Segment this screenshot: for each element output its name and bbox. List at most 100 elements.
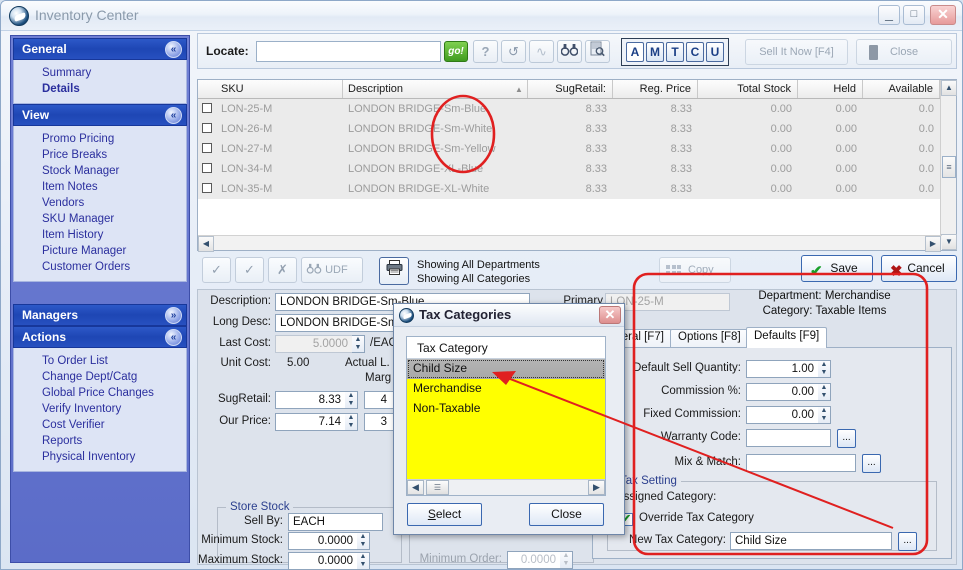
row-checkbox[interactable]	[202, 103, 212, 113]
dialog-close-action-button[interactable]: Close	[529, 503, 604, 526]
dialog-scroll-left-button[interactable]: ◀	[407, 480, 424, 495]
save-button[interactable]: ✔ Save	[801, 255, 873, 282]
sell-it-now-button[interactable]: Sell It Now [F4]	[745, 39, 848, 65]
help-icon[interactable]: ?	[473, 40, 498, 63]
sidebar-item-sku-manager[interactable]: SKU Manager	[14, 211, 186, 227]
commission-pct-spinner[interactable]: ▲ ▼	[818, 383, 831, 401]
sidebar-item-item-notes[interactable]: Item Notes	[14, 179, 186, 195]
minimum-order-spinner[interactable]: ▲ ▼	[560, 551, 573, 569]
sidebar-item-global-price-changes[interactable]: Global Price Changes	[14, 385, 186, 401]
sidebar-item-picture-manager[interactable]: Picture Manager	[14, 243, 186, 259]
squiggle-icon[interactable]: ∿	[529, 40, 554, 63]
cancel-button[interactable]: ✖ Cancel	[881, 255, 957, 282]
refresh-icon[interactable]: ↺	[501, 40, 526, 63]
report-preview-icon[interactable]	[585, 40, 610, 63]
sidebar-item-item-history[interactable]: Item History	[14, 227, 186, 243]
maximize-button[interactable]: □	[903, 5, 925, 25]
grid-column-header-description[interactable]: Description	[343, 80, 528, 98]
filter-button-u[interactable]: U	[706, 42, 724, 62]
sell-by-input[interactable]	[288, 513, 383, 531]
udf-button[interactable]: UDF	[301, 257, 363, 283]
warranty-code-browse-button[interactable]: ...	[837, 429, 856, 448]
sidebar-item-summary[interactable]: Summary	[14, 65, 186, 81]
sidebar-item-customer-orders[interactable]: Customer Orders	[14, 259, 186, 275]
filter-button-a[interactable]: A	[626, 42, 644, 62]
table-row[interactable]: LON-27-M LONDON BRIDGE-Sm-Yellow 8.33 8.33 0…	[198, 139, 956, 159]
dialog-horizontal-scrollbar[interactable]: ◀ ☰ ▶	[407, 479, 605, 495]
last-cost-spinner[interactable]: ▲ ▼	[352, 335, 365, 353]
our-price-spinner[interactable]: ▲ ▼	[345, 413, 358, 431]
go-button[interactable]: go!	[444, 41, 468, 62]
sidebar-item-details[interactable]: Details	[14, 81, 186, 97]
check-all-button[interactable]: ✓	[235, 257, 264, 283]
sidebar-group-header-general[interactable]: General «	[13, 38, 187, 60]
tab-defaults[interactable]: Defaults [F9]	[746, 327, 828, 348]
sidebar-item-stock-manager[interactable]: Stock Manager	[14, 163, 186, 179]
grid-column-header-sugretail[interactable]: SugRetail:	[528, 80, 613, 98]
sidebar-item-change-dept-catg[interactable]: Change Dept/Catg	[14, 369, 186, 385]
table-row[interactable]: LON-35-M LONDON BRIDGE-XL-White 8.33 8.33 0.…	[198, 179, 956, 199]
dialog-close-button[interactable]: ✕	[599, 306, 621, 324]
new-tax-category-input[interactable]	[730, 532, 892, 550]
filter-button-m[interactable]: M	[646, 42, 664, 62]
chevron-up-icon[interactable]: «	[165, 107, 182, 124]
grid-column-header-available[interactable]: Available	[863, 80, 940, 98]
close-screen-button[interactable]: Close	[856, 39, 952, 65]
sidebar-group-header-actions[interactable]: Actions «	[13, 326, 187, 348]
grid-scroll-right-button[interactable]: ▶	[925, 236, 941, 252]
minimize-button[interactable]: _	[878, 5, 900, 25]
chevron-up-icon[interactable]: «	[165, 41, 182, 58]
sidebar-item-cost-verifier[interactable]: Cost Verifier	[14, 417, 186, 433]
grid-column-header-held[interactable]: Held	[798, 80, 863, 98]
tax-category-list[interactable]: Tax Category Child Size Merchandise Non-Ta…	[406, 336, 606, 496]
chevron-up-icon[interactable]: «	[165, 329, 182, 346]
grid-scroll-left-button[interactable]: ◀	[198, 236, 214, 252]
print-button[interactable]	[379, 257, 409, 285]
grid-scroll-thumb[interactable]: ≡	[942, 156, 956, 178]
fixed-commission-spinner[interactable]: ▲ ▼	[818, 406, 831, 424]
binoculars-search-icon[interactable]	[557, 40, 582, 63]
tax-category-option-child-size[interactable]: Child Size	[407, 359, 605, 379]
mix-match-browse-button[interactable]: ...	[862, 454, 881, 473]
table-row[interactable]: LON-26-M LONDON BRIDGE-Sm-White 8.33 8.33 0.…	[198, 119, 956, 139]
locate-input[interactable]	[256, 41, 441, 62]
sidebar-item-verify-inventory[interactable]: Verify Inventory	[14, 401, 186, 417]
table-row[interactable]: LON-25-M LONDON BRIDGE-Sm-Blue 8.33 8.33 0.0…	[198, 99, 956, 119]
filter-button-t[interactable]: T	[666, 42, 684, 62]
check-item-button[interactable]: ✓	[202, 257, 231, 283]
sidebar-group-header-managers[interactable]: Managers »	[13, 304, 187, 326]
row-checkbox[interactable]	[202, 163, 212, 173]
tab-options[interactable]: Options [F8]	[670, 329, 749, 347]
sidebar-item-reports[interactable]: Reports	[14, 433, 186, 449]
filter-button-c[interactable]: C	[686, 42, 704, 62]
row-checkbox[interactable]	[202, 143, 212, 153]
warranty-code-input[interactable]	[746, 429, 831, 447]
table-row[interactable]: LON-34-M LONDON BRIDGE-XL-Blue 8.33 8.33 0.0…	[198, 159, 956, 179]
grid-scroll-up-button[interactable]: ▲	[941, 80, 957, 96]
minimum-stock-spinner[interactable]: ▲ ▼	[357, 532, 370, 550]
grid-column-header-sku[interactable]: SKU	[216, 80, 343, 98]
grid-horizontal-scrollbar[interactable]: ◀ ▶	[198, 235, 942, 252]
sidebar-item-promo-pricing[interactable]: Promo Pricing	[14, 131, 186, 147]
sidebar-item-price-breaks[interactable]: Price Breaks	[14, 147, 186, 163]
dialog-scroll-thumb[interactable]: ☰	[426, 480, 449, 495]
grid-vertical-scrollbar[interactable]: ▲ ≡ ▼	[940, 80, 957, 250]
grid-column-header-regprice[interactable]: Reg. Price	[613, 80, 698, 98]
dialog-select-button[interactable]: Select	[407, 503, 482, 526]
tax-category-option-non-taxable[interactable]: Non-Taxable	[407, 399, 605, 419]
new-tax-category-browse-button[interactable]: ...	[898, 532, 917, 551]
mix-match-input[interactable]	[746, 454, 856, 472]
sugretail-spinner[interactable]: ▲ ▼	[345, 391, 358, 409]
row-checkbox[interactable]	[202, 123, 212, 133]
dialog-scroll-right-button[interactable]: ▶	[588, 480, 605, 495]
grid-column-header-totalstock[interactable]: Total Stock	[698, 80, 798, 98]
sidebar-group-header-view[interactable]: View «	[13, 104, 187, 126]
grid-scroll-down-button[interactable]: ▼	[941, 234, 957, 250]
uncheck-all-button[interactable]: ✗	[268, 257, 297, 283]
sidebar-item-physical-inventory[interactable]: Physical Inventory	[14, 449, 186, 465]
sidebar-item-vendors[interactable]: Vendors	[14, 195, 186, 211]
copy-button[interactable]: Copy	[659, 257, 731, 283]
tax-category-option-merchandise[interactable]: Merchandise	[407, 379, 605, 399]
maximum-stock-spinner[interactable]: ▲ ▼	[357, 552, 370, 570]
chevron-down-icon[interactable]: »	[165, 307, 182, 324]
